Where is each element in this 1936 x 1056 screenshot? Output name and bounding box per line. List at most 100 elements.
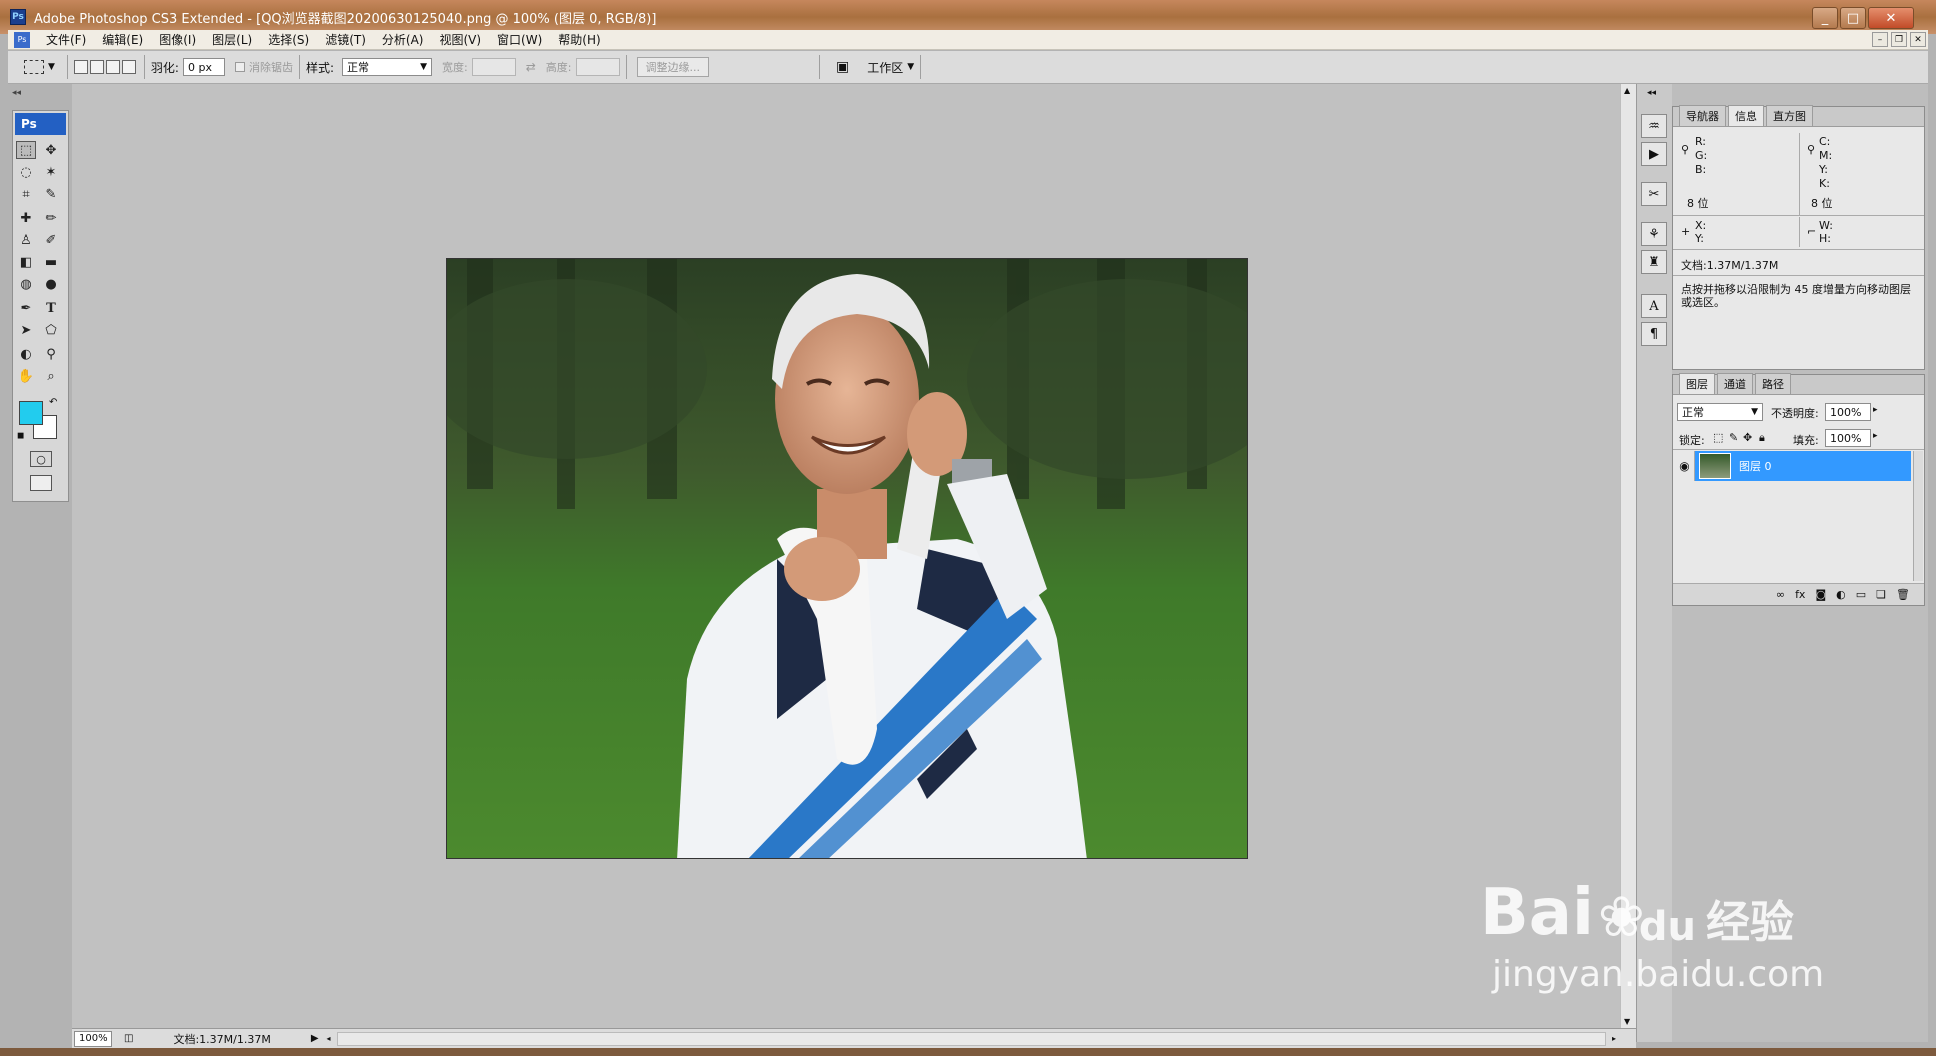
status-icon[interactable]: ◫ xyxy=(124,1033,133,1044)
menu-filter[interactable]: 滤镜(T) xyxy=(317,31,374,48)
maximize-button[interactable]: □ xyxy=(1840,7,1866,29)
swap-dimensions-icon[interactable]: ⇄ xyxy=(526,60,536,74)
brush-tool-icon[interactable]: ✏ xyxy=(41,209,61,227)
screen-mode-icon[interactable] xyxy=(30,475,52,491)
default-colors-icon[interactable]: ◼ xyxy=(17,431,24,441)
eye-icon[interactable]: ◉ xyxy=(1675,451,1695,481)
chevron-down-icon[interactable]: ▼ xyxy=(907,62,914,72)
menu-layer[interactable]: 图层(L) xyxy=(204,31,260,48)
gradient-tool-icon[interactable]: ▬ xyxy=(41,253,61,271)
path-selection-icon[interactable]: ➤ xyxy=(16,321,36,339)
doc-close-button[interactable]: ✕ xyxy=(1910,32,1926,47)
brushes-panel-icon[interactable]: ⚘ xyxy=(1641,222,1667,246)
height-input[interactable] xyxy=(575,58,620,76)
healing-brush-icon[interactable]: ✚ xyxy=(16,209,36,227)
fill-input[interactable]: 100% xyxy=(1825,429,1871,447)
actions-panel-icon[interactable]: ▶ xyxy=(1641,142,1667,166)
zoom-field[interactable]: 100% xyxy=(74,1030,112,1047)
tab-info[interactable]: 信息 xyxy=(1728,105,1764,126)
blend-mode-select[interactable]: 正常 ▼ xyxy=(1677,403,1763,421)
menu-view[interactable]: 视图(V) xyxy=(431,31,489,48)
refine-edge-button[interactable]: 调整边缘... xyxy=(636,57,710,77)
document-image[interactable] xyxy=(446,258,1248,859)
intersect-selection-icon[interactable] xyxy=(121,60,136,74)
lock-image-icon[interactable]: ✎ xyxy=(1729,431,1738,444)
slice-tool-icon[interactable]: ✎ xyxy=(41,185,61,203)
move-tool-icon[interactable]: ✥ xyxy=(41,141,61,159)
layer-mask-icon[interactable]: ◙ xyxy=(1815,588,1826,601)
menu-file[interactable]: 文件(F) xyxy=(38,31,94,48)
marquee-tool-icon[interactable]: ⬚ xyxy=(16,141,36,159)
link-layers-icon[interactable]: ∞ xyxy=(1776,588,1785,601)
character-panel-icon[interactable]: A xyxy=(1641,294,1667,318)
layer-row[interactable]: ◉ 图层 0 xyxy=(1675,451,1911,481)
history-brush-icon[interactable]: ✐ xyxy=(41,231,61,249)
menu-edit[interactable]: 编辑(E) xyxy=(94,31,151,48)
clone-source-icon[interactable]: ♜ xyxy=(1641,250,1667,274)
antialias-checkbox[interactable] xyxy=(234,62,245,72)
menu-help[interactable]: 帮助(H) xyxy=(550,31,608,48)
menu-window[interactable]: 窗口(W) xyxy=(489,31,550,48)
paragraph-panel-icon[interactable]: ¶ xyxy=(1641,322,1667,346)
dodge-tool-icon[interactable]: ● xyxy=(41,275,61,293)
eyedropper-icon[interactable]: ⚲ xyxy=(41,345,61,363)
tab-paths[interactable]: 路径 xyxy=(1755,373,1791,394)
type-tool-icon[interactable]: T xyxy=(41,299,61,317)
tab-navigator[interactable]: 导航器 xyxy=(1679,105,1726,126)
collapse-toolbox-icon[interactable]: ◂◂ xyxy=(12,88,21,98)
delete-layer-icon[interactable]: 🗑︎ xyxy=(1896,588,1910,601)
hand-tool-icon[interactable]: ✋ xyxy=(16,367,36,385)
tab-histogram[interactable]: 直方图 xyxy=(1766,105,1813,126)
close-button[interactable]: ✕ xyxy=(1868,7,1914,29)
new-layer-icon[interactable]: ❏ xyxy=(1876,588,1886,601)
scroll-up-icon[interactable]: ▲ xyxy=(1624,86,1630,95)
lasso-tool-icon[interactable]: ◌ xyxy=(16,163,36,181)
history-panel-icon[interactable]: ♒ xyxy=(1641,114,1667,138)
lock-transparent-icon[interactable]: ⬚ xyxy=(1713,431,1723,444)
menu-analysis[interactable]: 分析(A) xyxy=(374,31,432,48)
layer-style-icon[interactable]: fx xyxy=(1795,588,1805,601)
add-selection-icon[interactable] xyxy=(89,60,104,74)
zoom-tool-icon[interactable]: ⌕ xyxy=(41,367,61,385)
foreground-color-swatch-front[interactable] xyxy=(19,401,43,425)
tool-presets-icon[interactable]: ✂ xyxy=(1641,182,1667,206)
blur-tool-icon[interactable]: ◍ xyxy=(16,275,36,293)
lock-all-icon[interactable]: 🔒︎ xyxy=(1759,431,1765,445)
style-select[interactable]: 正常 ▼ xyxy=(342,58,433,76)
scroll-down-icon[interactable]: ▼ xyxy=(1624,1017,1630,1026)
crop-tool-icon[interactable]: ⌗ xyxy=(16,185,36,203)
3d-rotate-icon[interactable]: ◐ xyxy=(16,345,36,363)
new-group-icon[interactable]: ▭ xyxy=(1856,588,1866,601)
fill-slider-arrow-icon[interactable]: ▸ xyxy=(1873,431,1878,441)
marquee-tool-preset-icon[interactable] xyxy=(24,60,44,74)
quick-mask-icon[interactable]: ○ xyxy=(30,451,52,467)
workspace-menu[interactable]: 工作区 xyxy=(867,59,903,76)
subtract-selection-icon[interactable] xyxy=(105,60,120,74)
pen-tool-icon[interactable]: ✒ xyxy=(16,299,36,317)
magic-wand-icon[interactable]: ✶ xyxy=(41,163,61,181)
new-selection-icon[interactable] xyxy=(73,60,88,74)
adjustment-layer-icon[interactable]: ◐ xyxy=(1836,588,1846,601)
tab-layers[interactable]: 图层 xyxy=(1679,373,1715,394)
shape-tool-icon[interactable]: ⬠ xyxy=(41,321,61,339)
clone-stamp-icon[interactable]: ♙ xyxy=(16,231,36,249)
layers-scrollbar[interactable] xyxy=(1913,451,1923,581)
doc-restore-button[interactable]: ❐ xyxy=(1891,32,1907,47)
minimize-button[interactable]: _ xyxy=(1812,7,1838,29)
tab-channels[interactable]: 通道 xyxy=(1717,373,1753,394)
swap-colors-icon[interactable]: ↶ xyxy=(49,397,57,408)
feather-input[interactable]: 0 px xyxy=(182,58,225,76)
menu-select[interactable]: 选择(S) xyxy=(260,31,317,48)
horizontal-scrollbar[interactable] xyxy=(336,1031,1606,1046)
chevron-down-icon[interactable]: ▼ xyxy=(48,62,55,72)
doc-minimize-button[interactable]: – xyxy=(1872,32,1888,47)
width-input[interactable] xyxy=(471,58,516,76)
scroll-right-icon[interactable]: ▸ xyxy=(1612,1034,1616,1043)
menu-image[interactable]: 图像(I) xyxy=(151,31,204,48)
lock-position-icon[interactable]: ✥ xyxy=(1743,431,1752,444)
opacity-input[interactable]: 100% xyxy=(1825,403,1871,421)
collapse-dock-icon[interactable]: ◂◂ xyxy=(1647,88,1656,98)
opacity-slider-arrow-icon[interactable]: ▸ xyxy=(1873,405,1878,415)
scroll-left-icon[interactable]: ◂ xyxy=(327,1034,331,1043)
palette-well-icon[interactable]: ▣ xyxy=(836,59,849,75)
